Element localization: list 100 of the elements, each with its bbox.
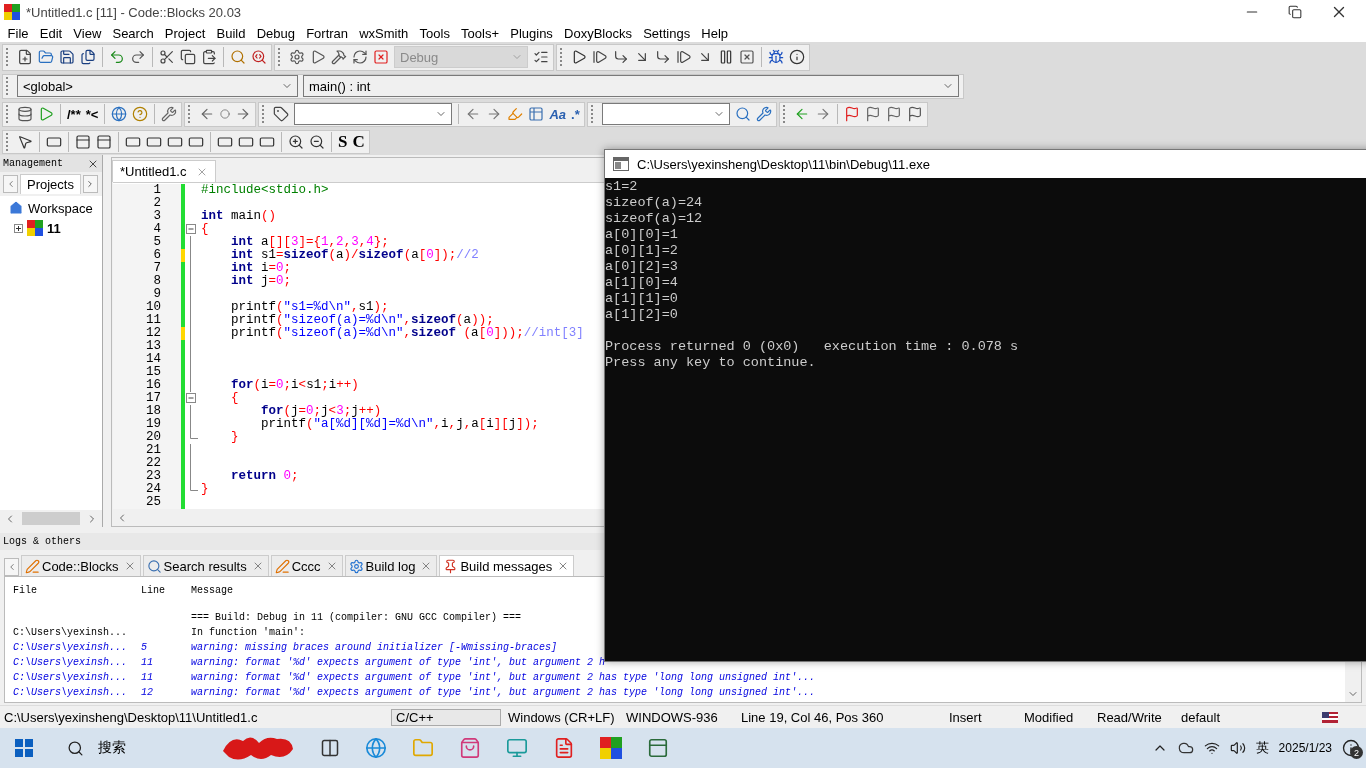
search-icon[interactable] (734, 106, 751, 122)
menu-item[interactable]: Project (159, 25, 211, 41)
play-icon[interactable] (571, 49, 587, 65)
open-folder-icon[interactable] (38, 49, 54, 65)
paste-icon[interactable] (201, 49, 217, 65)
menu-item[interactable]: Search (106, 25, 160, 41)
stop-icon[interactable] (739, 49, 755, 65)
gear-icon[interactable] (289, 49, 305, 65)
save-icon[interactable] (59, 49, 75, 65)
panel-icon[interactable] (75, 133, 91, 150)
menu-item[interactable]: Plugins (504, 25, 559, 41)
taskbar-search[interactable]: 搜索 (51, 728, 221, 768)
save-all-icon[interactable] (80, 49, 96, 65)
windows-logo-icon[interactable] (15, 739, 33, 757)
table-icon[interactable] (528, 106, 545, 122)
match-case-glyph[interactable]: Aa (549, 106, 566, 122)
wifi-icon[interactable] (1203, 740, 1220, 756)
log-tab[interactable]: Search results (142, 555, 269, 576)
cut-icon[interactable] (159, 49, 175, 65)
menu-item[interactable]: Tools+ (455, 25, 505, 41)
horizontal-scrollbar[interactable] (0, 510, 102, 527)
play-icon[interactable] (310, 49, 326, 65)
monitor-icon[interactable] (506, 737, 528, 759)
notification-icon[interactable] (1342, 739, 1360, 757)
next-line-icon[interactable] (655, 49, 671, 65)
fold-toggle-icon[interactable] (186, 393, 197, 404)
log-tab[interactable]: Build log (344, 555, 438, 576)
expand-toggle-icon[interactable] (14, 223, 23, 233)
refresh-icon[interactable] (352, 49, 368, 65)
menu-item[interactable]: wxSmith (353, 25, 414, 41)
log-tab[interactable]: Code::Blocks (21, 555, 141, 576)
menu-item[interactable]: Fortran (300, 25, 354, 41)
pause-icon[interactable] (718, 49, 734, 65)
regex-glyph[interactable]: .* (571, 106, 580, 122)
fold-toggle-icon[interactable] (186, 224, 197, 235)
stop-icon[interactable] (373, 49, 389, 65)
wrench-icon[interactable] (161, 106, 178, 122)
symbol-dropdown[interactable] (601, 103, 730, 125)
step-icon[interactable] (592, 49, 608, 65)
pointer-icon[interactable] (17, 133, 33, 150)
step-into-icon[interactable] (613, 49, 629, 65)
new-file-icon[interactable] (17, 49, 33, 65)
panel-icon[interactable] (96, 133, 112, 150)
restore-icon[interactable] (1288, 5, 1302, 19)
cloud-icon[interactable] (1177, 740, 1194, 756)
document-icon[interactable] (553, 737, 575, 759)
menu-item[interactable]: Help (695, 25, 734, 41)
tree-item[interactable]: 11 (47, 220, 61, 236)
editor-tab[interactable]: *Untitled1.c (112, 160, 217, 182)
menu-item[interactable]: File (2, 25, 35, 41)
flag-icon[interactable] (906, 106, 923, 122)
zoom-out-icon[interactable] (309, 133, 325, 150)
task-view-icon[interactable] (320, 738, 340, 758)
menu-item[interactable]: Edit (34, 25, 68, 41)
replace-icon[interactable] (251, 49, 267, 65)
list-icon[interactable] (533, 49, 549, 65)
dot-icon[interactable] (220, 109, 231, 119)
column-header[interactable]: Message (187, 583, 253, 598)
info-icon[interactable] (789, 49, 805, 65)
flag-icon[interactable] (885, 106, 902, 122)
panel-tab[interactable]: Projects (20, 174, 81, 194)
browser-icon[interactable] (365, 737, 387, 759)
next-instruction-icon[interactable] (676, 49, 692, 65)
flag-icon[interactable] (843, 106, 860, 122)
store-icon[interactable] (459, 737, 481, 759)
scope-dropdown[interactable]: <global> (17, 75, 298, 97)
menu-item[interactable]: Settings (637, 25, 696, 41)
date-text[interactable]: 2025/1/23 (1278, 741, 1332, 755)
copy-icon[interactable] (180, 49, 196, 65)
menu-item[interactable]: Tools (413, 25, 456, 41)
log-tab[interactable]: Build messages (439, 555, 575, 576)
c-glyph[interactable]: C (352, 131, 365, 152)
wrench-icon[interactable] (755, 106, 772, 122)
line-comment-glyph[interactable]: *< (85, 106, 99, 122)
window-icon[interactable] (647, 737, 669, 759)
tree-item[interactable]: Workspace (28, 200, 93, 216)
bug-icon[interactable] (768, 49, 784, 65)
globe-icon[interactable] (111, 106, 128, 122)
menu-item[interactable]: View (67, 25, 107, 41)
menu-item[interactable]: Debug (251, 25, 301, 41)
hammer-icon[interactable] (331, 49, 347, 65)
speaker-icon[interactable] (1229, 740, 1246, 756)
doc-comment-glyph[interactable]: /** (67, 106, 81, 122)
zoom-in-icon[interactable] (288, 133, 304, 150)
redo-icon[interactable] (130, 49, 146, 65)
tag-icon[interactable] (273, 106, 290, 122)
function-dropdown[interactable]: main() : int (303, 75, 959, 97)
search-dropdown[interactable] (294, 103, 453, 125)
menu-item[interactable]: Build (210, 25, 252, 41)
search-icon[interactable] (230, 49, 246, 65)
highlighter-icon[interactable] (507, 106, 524, 122)
log-tab[interactable]: Cccc (270, 555, 343, 576)
column-header[interactable]: Line (137, 583, 185, 598)
menu-item[interactable]: DoxyBlocks (558, 25, 638, 41)
s-glyph[interactable]: S (338, 131, 348, 152)
flag-icon[interactable] (864, 106, 881, 122)
column-header[interactable]: File (9, 583, 57, 598)
input-language[interactable]: 英 (1255, 739, 1269, 757)
help-icon[interactable] (132, 106, 149, 122)
undo-icon[interactable] (109, 49, 125, 65)
